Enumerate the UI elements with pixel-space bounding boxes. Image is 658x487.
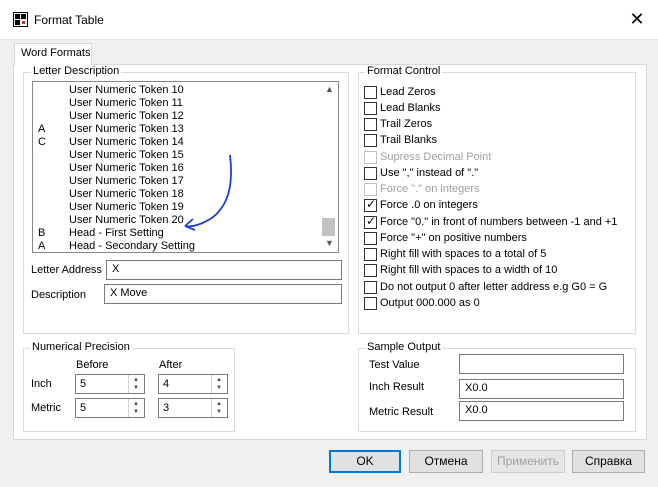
metric-after-stepper[interactable]: 3 ▲ ▼ [158, 398, 228, 418]
checkbox-label: Do not output 0 after letter address e.g… [380, 281, 608, 293]
scrollbar-thumb[interactable] [322, 218, 335, 236]
list-item-code: A [38, 123, 46, 135]
metric-label: Metric [31, 402, 61, 414]
inch-after-value: 4 [163, 378, 170, 390]
inch-result-field: X0.0 [459, 379, 624, 399]
list-item-name: User Numeric Token 16 [69, 162, 184, 174]
list-item-name: User Numeric Token 15 [69, 149, 184, 161]
checkbox[interactable] [364, 232, 377, 245]
checkbox-label: Lead Blanks [380, 102, 441, 114]
chevron-up-icon[interactable]: ▲ [325, 84, 334, 94]
app-grid-icon [13, 12, 28, 27]
checkbox[interactable] [364, 118, 377, 131]
list-item-code: B [38, 227, 46, 239]
list-item-name: User Numeric Token 19 [69, 201, 184, 213]
checkmark-icon: ✓ [366, 197, 377, 211]
checkbox[interactable] [364, 281, 377, 294]
list-item-name: User Numeric Token 10 [69, 84, 184, 96]
stepper-arrows[interactable]: ▲ ▼ [128, 375, 144, 393]
metric-before-stepper[interactable]: 5 ▲ ▼ [75, 398, 145, 418]
checkbox-label: Trail Blanks [380, 134, 438, 146]
inch-result-label: Inch Result [369, 381, 425, 393]
list-item-name: Head - First Setting [69, 227, 164, 239]
inch-result-value: X0.0 [465, 382, 488, 394]
numerical-precision-label: Numerical Precision [30, 341, 132, 353]
test-value-label: Test Value [369, 359, 420, 371]
list-item-code: A [38, 240, 46, 252]
annotation-arrow [184, 154, 233, 231]
help-button[interactable]: Справка [572, 450, 645, 473]
checkbox[interactable] [364, 297, 377, 310]
checkbox[interactable] [364, 86, 377, 99]
before-label: Before [76, 359, 109, 371]
metric-before-value: 5 [80, 402, 87, 414]
checkbox[interactable] [364, 183, 377, 196]
inch-label: Inch [31, 378, 52, 390]
tab-word-formats[interactable]: Word Formats [14, 43, 92, 65]
inch-before-value: 5 [80, 378, 87, 390]
metric-result-value: X0.0 [465, 404, 488, 416]
close-icon[interactable]: ✕ [624, 6, 650, 32]
checkbox-label: Force "+" on positive numbers [380, 232, 527, 244]
sample-output-label: Sample Output [365, 341, 443, 353]
checkbox-label: Force "." on integers [380, 183, 480, 195]
metric-result-label: Metric Result [369, 406, 434, 418]
inch-before-stepper[interactable]: 5 ▲ ▼ [75, 374, 145, 394]
checkbox-label: Trail Zeros [380, 118, 433, 130]
ok-button[interactable]: OK [329, 450, 401, 473]
window-title: Format Table [34, 13, 104, 27]
letter-address-field[interactable]: X [106, 260, 342, 280]
checkbox[interactable] [364, 248, 377, 261]
checkbox-label: Right fill with spaces to a total of 5 [380, 248, 547, 260]
metric-result-field: X0.0 [459, 401, 624, 421]
checkbox[interactable] [364, 167, 377, 180]
checkbox[interactable] [364, 134, 377, 147]
list-item-name: User Numeric Token 17 [69, 175, 184, 187]
stepper-arrows[interactable]: ▲ ▼ [211, 399, 227, 417]
list-item-name: User Numeric Token 11 [69, 97, 183, 109]
checkbox-label: Force .0 on integers [380, 199, 478, 211]
checkmark-icon: ✓ [366, 214, 377, 228]
checkbox-label: Right fill with spaces to a width of 10 [380, 264, 558, 276]
apply-button[interactable]: Применить [491, 450, 565, 473]
list-item-name: Head - Secondary Setting [69, 240, 195, 252]
list-item-name: User Numeric Token 18 [69, 188, 184, 200]
inch-after-stepper[interactable]: 4 ▲ ▼ [158, 374, 228, 394]
checkbox-label: Force "0." in front of numbers between -… [380, 216, 618, 228]
checkbox[interactable] [364, 151, 377, 164]
checkbox-label: Output 000.000 as 0 [380, 297, 480, 309]
stepper-arrows[interactable]: ▲ ▼ [211, 375, 227, 393]
metric-after-value: 3 [163, 402, 170, 414]
checkbox[interactable]: ✓ [364, 214, 377, 229]
checkbox-label: Supress Decimal Point [380, 151, 492, 163]
checkbox-label: Use "," instead of "." [380, 167, 479, 179]
checkbox[interactable]: ✓ [364, 197, 377, 212]
test-value-field[interactable] [459, 354, 624, 374]
list-item-name: User Numeric Token 20 [69, 214, 184, 226]
stepper-arrows[interactable]: ▲ ▼ [128, 399, 144, 417]
checkbox-label: Lead Zeros [380, 86, 436, 98]
list-item-name: User Numeric Token 14 [69, 136, 184, 148]
letter-address-label: Letter Address [31, 264, 102, 276]
list-item-name: User Numeric Token 13 [69, 123, 184, 135]
chevron-down-icon[interactable]: ▼ [325, 238, 334, 248]
after-label: After [159, 359, 183, 371]
format-control-label: Format Control [365, 65, 443, 77]
list-item-code: C [38, 136, 46, 148]
description-value: X Move [110, 287, 148, 299]
letter-address-value: X [112, 263, 120, 275]
list-item-name: User Numeric Token 12 [69, 110, 184, 122]
checkbox[interactable] [364, 102, 377, 115]
title-separator [0, 39, 658, 40]
description-field[interactable]: X Move [104, 284, 342, 304]
checkbox[interactable] [364, 264, 377, 277]
description-label: Description [31, 289, 87, 301]
cancel-button[interactable]: Отмена [409, 450, 483, 473]
letter-description-label: Letter Description [31, 65, 122, 77]
